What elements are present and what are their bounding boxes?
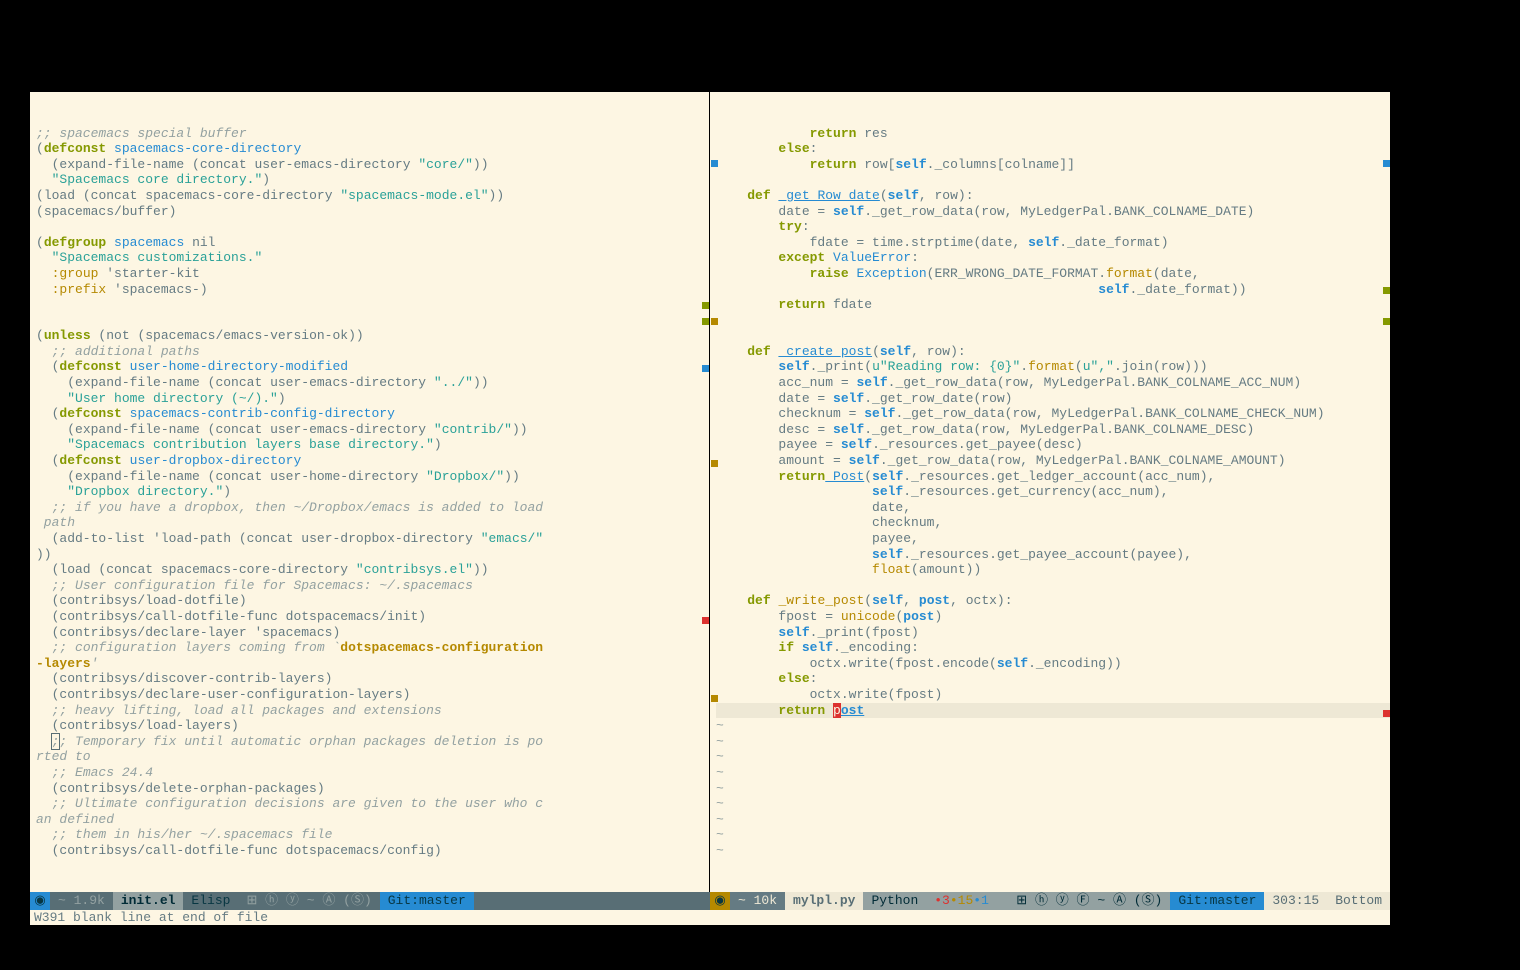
- major-mode[interactable]: Python: [863, 892, 926, 910]
- buffer-size: ~ 10k: [730, 892, 785, 910]
- flycheck-counts[interactable]: •3 •15 •1: [926, 892, 997, 910]
- modelines: ◉ ~ 1.9k init.el Elisp ⊞ ⓗ ⓨ ~ Ⓐ (Ⓢ) Git…: [30, 892, 1390, 910]
- right-buffer[interactable]: return res else: return row[self._column…: [710, 108, 1390, 861]
- minor-modes[interactable]: ⊞ ⓗ ⓨ Ⓕ ~ Ⓐ (Ⓢ): [1008, 892, 1170, 910]
- current-line: return post: [716, 703, 1390, 718]
- scroll-pos: Bottom: [1327, 892, 1390, 910]
- emacs-frame: ;; spacemacs special buffer (defconst sp…: [30, 92, 1390, 892]
- keyword: unless: [44, 328, 91, 343]
- buffer-name[interactable]: mylpl.py: [785, 892, 863, 910]
- modeline-right[interactable]: ◉ ~ 10k mylpl.py Python •3 •15 •1 ⊞ ⓗ ⓨ …: [710, 892, 1390, 910]
- echo-area: W391 blank line at end of file: [30, 910, 1390, 926]
- keyword: defgroup: [44, 235, 106, 250]
- modeline-left[interactable]: ◉ ~ 1.9k init.el Elisp ⊞ ⓗ ⓨ ~ Ⓐ (Ⓢ) Git…: [30, 892, 710, 910]
- evil-state-indicator: ◉: [710, 892, 730, 910]
- vc-branch[interactable]: Git:master: [1170, 892, 1264, 910]
- evil-state-indicator: ◉: [30, 892, 50, 910]
- right-window[interactable]: return res else: return row[self._column…: [710, 92, 1390, 891]
- line-col: 303:15: [1264, 892, 1327, 910]
- cursor-active: p: [833, 703, 841, 718]
- minor-modes[interactable]: ⊞ ⓗ ⓨ ~ Ⓐ (Ⓢ): [238, 892, 379, 910]
- keyword: defconst: [44, 141, 106, 156]
- buffer-name[interactable]: init.el: [113, 892, 184, 910]
- comment: ;; spacemacs special buffer: [36, 126, 247, 141]
- left-window[interactable]: ;; spacemacs special buffer (defconst sp…: [30, 92, 710, 891]
- buffer-size: ~ 1.9k: [50, 892, 113, 910]
- vc-branch[interactable]: Git:master: [380, 892, 474, 910]
- left-buffer[interactable]: ;; spacemacs special buffer (defconst sp…: [30, 108, 709, 861]
- major-mode[interactable]: Elisp: [183, 892, 238, 910]
- symbol: spacemacs-core-directory: [114, 141, 301, 156]
